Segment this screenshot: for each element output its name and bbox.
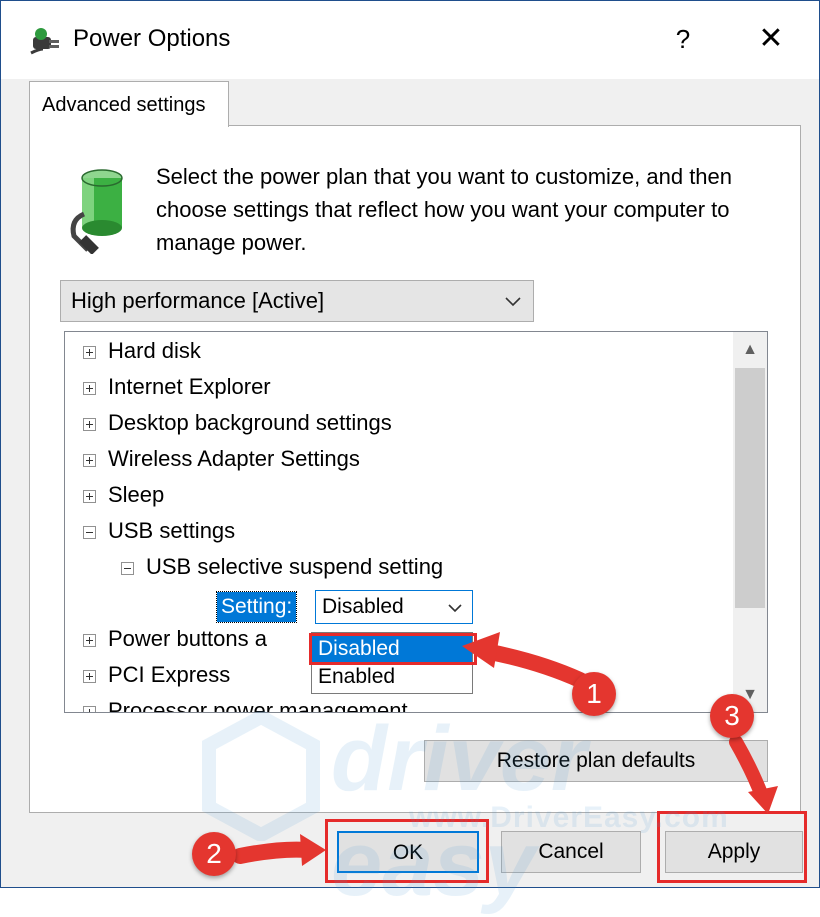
tree-item-internet-explorer[interactable]: Internet Explorer <box>83 370 271 404</box>
tree-scrollbar[interactable]: ▲ ▼ <box>733 332 767 712</box>
tree-item-label: Power buttons a <box>108 626 267 651</box>
power-plan-value: High performance [Active] <box>71 288 325 313</box>
tree-item-label: Wireless Adapter Settings <box>108 446 360 471</box>
expand-icon[interactable] <box>83 453 96 467</box>
step-badge-1: 1 <box>572 672 616 716</box>
power-plan-dropdown[interactable]: High performance [Active] <box>60 280 534 322</box>
setting-label: Setting: <box>215 591 298 623</box>
restore-plan-defaults-button[interactable]: Restore plan defaults <box>424 740 768 782</box>
tree-item-label: Processor power management <box>108 698 408 713</box>
option-enabled[interactable]: Enabled <box>312 663 472 691</box>
window-title: Power Options <box>73 25 231 52</box>
expand-icon[interactable] <box>83 705 96 712</box>
tree-item-usb-settings[interactable]: USB settings <box>83 514 235 548</box>
tree-item-desktop-background[interactable]: Desktop background settings <box>83 406 392 440</box>
tree-item-label: Hard disk <box>108 338 201 363</box>
tree-item-label: Internet Explorer <box>108 374 271 399</box>
expand-icon[interactable] <box>83 381 96 395</box>
chevron-down-icon <box>448 604 462 613</box>
expand-icon[interactable] <box>83 669 96 683</box>
apply-button[interactable]: Apply <box>665 831 803 873</box>
highlight-box-disabled <box>309 633 477 665</box>
tree-item-wireless-adapter[interactable]: Wireless Adapter Settings <box>83 442 360 476</box>
setting-value: Disabled <box>322 595 404 618</box>
usb-suspend-setting-dropdown[interactable]: Disabled <box>315 590 473 624</box>
chevron-down-icon <box>505 297 521 307</box>
tree-item-label: USB settings <box>108 518 236 543</box>
step-badge-2: 2 <box>192 832 236 876</box>
tree-item-power-buttons[interactable]: Power buttons a <box>83 622 267 656</box>
help-button[interactable]: ? <box>663 19 703 59</box>
tree-item-sleep[interactable]: Sleep <box>83 478 164 512</box>
tab-advanced-settings[interactable]: Advanced settings <box>29 81 229 127</box>
tree-item-pci-express[interactable]: PCI Express <box>83 658 230 692</box>
expand-icon[interactable] <box>83 345 96 359</box>
title-bar: Power Options ? ✕ <box>1 1 819 79</box>
collapse-icon[interactable] <box>83 525 96 539</box>
expand-icon[interactable] <box>83 489 96 503</box>
settings-tree[interactable]: Hard disk Internet Explorer Desktop back… <box>64 331 768 713</box>
advanced-settings-panel: Select the power plan that you want to c… <box>29 125 801 813</box>
tree-item-label: USB selective suspend setting <box>146 554 444 579</box>
expand-icon[interactable] <box>83 633 96 647</box>
step-badge-3: 3 <box>710 694 754 738</box>
power-options-window: Power Options ? ✕ Advanced settings Sele… <box>0 0 820 915</box>
intro-text: Select the power plan that you want to c… <box>156 164 733 255</box>
tree-item-processor-power[interactable]: Processor power management <box>83 694 408 713</box>
battery-plug-icon <box>70 169 123 254</box>
scroll-thumb[interactable] <box>735 368 765 608</box>
tree-item-usb-selective-suspend[interactable]: USB selective suspend setting <box>121 550 443 584</box>
close-button[interactable]: ✕ <box>749 19 793 59</box>
tree-item-label: Sleep <box>108 482 165 507</box>
tree-item-label: PCI Express <box>108 662 231 687</box>
tree-item-hard-disk[interactable]: Hard disk <box>83 334 201 368</box>
collapse-icon[interactable] <box>121 561 134 575</box>
tree-item-label: Desktop background settings <box>108 410 392 435</box>
ok-button[interactable]: OK <box>337 831 479 873</box>
scroll-up-icon[interactable]: ▲ <box>733 332 767 366</box>
expand-icon[interactable] <box>83 417 96 431</box>
power-plug-icon <box>30 28 59 55</box>
cancel-button[interactable]: Cancel <box>501 831 641 873</box>
